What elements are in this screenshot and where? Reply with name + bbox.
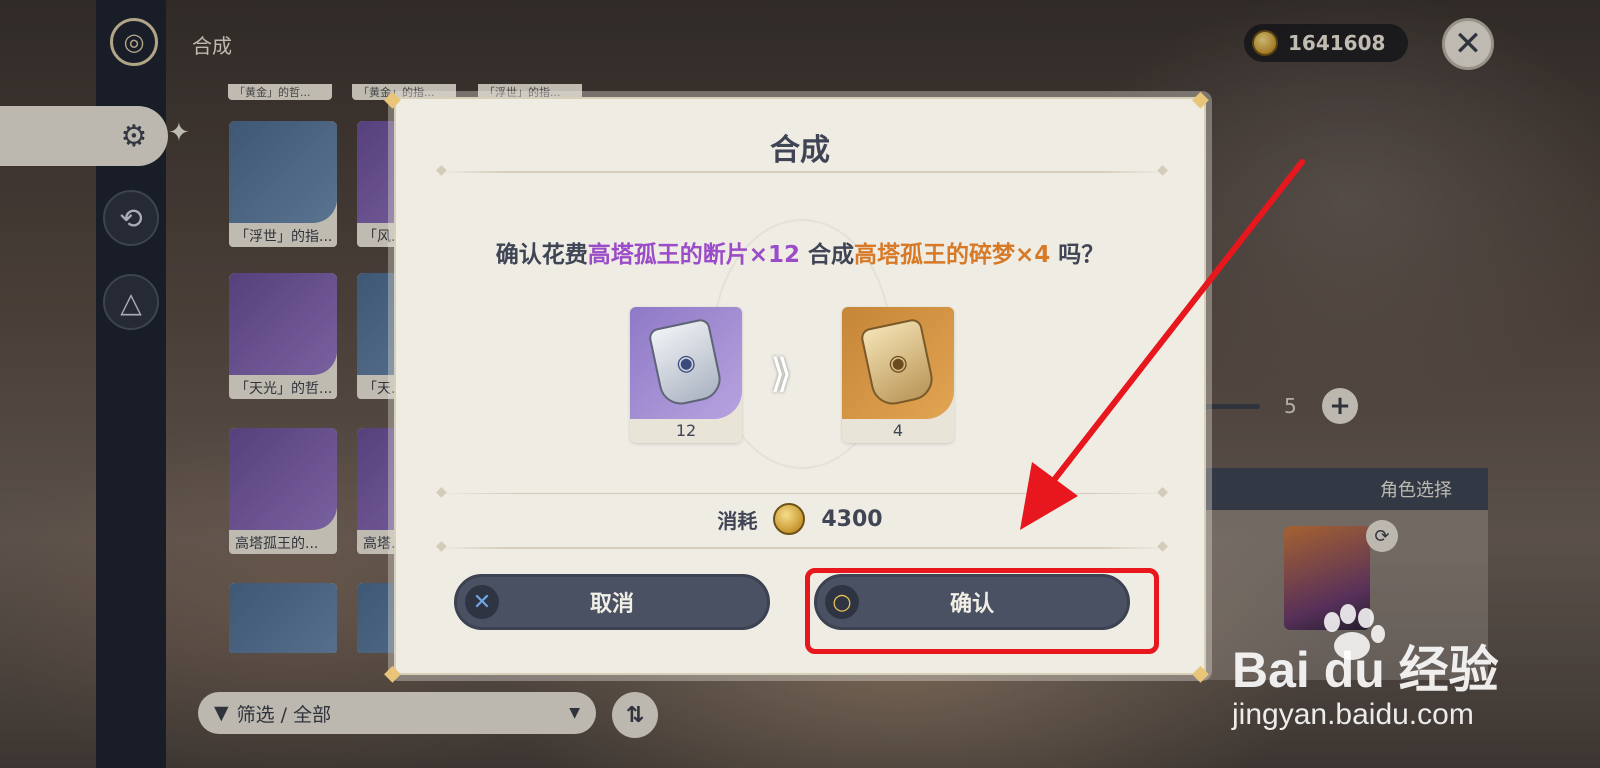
- confirm-highlight-box: [805, 568, 1159, 654]
- source-item-art: ◉: [630, 307, 742, 419]
- corner-ornament-icon: ◆: [1192, 661, 1209, 686]
- relic-dream-icon: ◉: [859, 317, 937, 409]
- divider: [436, 484, 1168, 500]
- watermark-brand: Bai du 经验: [1232, 642, 1499, 698]
- cross-icon: ✕: [465, 585, 499, 619]
- target-item-art: ◉: [842, 307, 954, 419]
- cancel-button[interactable]: ✕ 取消: [454, 574, 770, 630]
- synthesis-arrow-icon: ⟫: [770, 351, 793, 397]
- relic-fragment-icon: ◉: [647, 317, 725, 409]
- corner-ornament-icon: ◆: [1192, 87, 1209, 112]
- message-source-item: 高塔孤王的断片×12: [587, 242, 800, 268]
- target-item-slot[interactable]: ◉ 4: [842, 307, 954, 443]
- message-suffix: 吗？: [1050, 242, 1105, 268]
- cost-value: 4300: [821, 506, 883, 532]
- cancel-label: 取消: [589, 592, 634, 617]
- watermark-url: jingyan.baidu.com: [1232, 698, 1474, 731]
- confirm-message: 确认花费高塔孤王的断片×12 合成高塔孤王的碎梦×4 吗？: [396, 235, 1204, 269]
- divider: [436, 162, 1168, 178]
- corner-ornament-icon: ◆: [384, 661, 401, 686]
- cost-label: 消耗: [717, 508, 758, 533]
- message-prefix: 确认花费: [495, 242, 588, 268]
- message-mid: 合成: [799, 242, 854, 268]
- corner-ornament-icon: ◆: [384, 87, 401, 112]
- dialog-title: 合成: [770, 133, 830, 168]
- target-item-count: 4: [892, 421, 904, 440]
- mora-coin-icon: [773, 503, 806, 535]
- source-item-slot[interactable]: ◉ 12: [630, 307, 742, 443]
- divider: [436, 538, 1168, 554]
- source-item-count: 12: [675, 421, 697, 440]
- message-target-item: 高塔孤王的碎梦×4: [854, 242, 1051, 268]
- cost-row: 消耗 4300: [396, 503, 1204, 535]
